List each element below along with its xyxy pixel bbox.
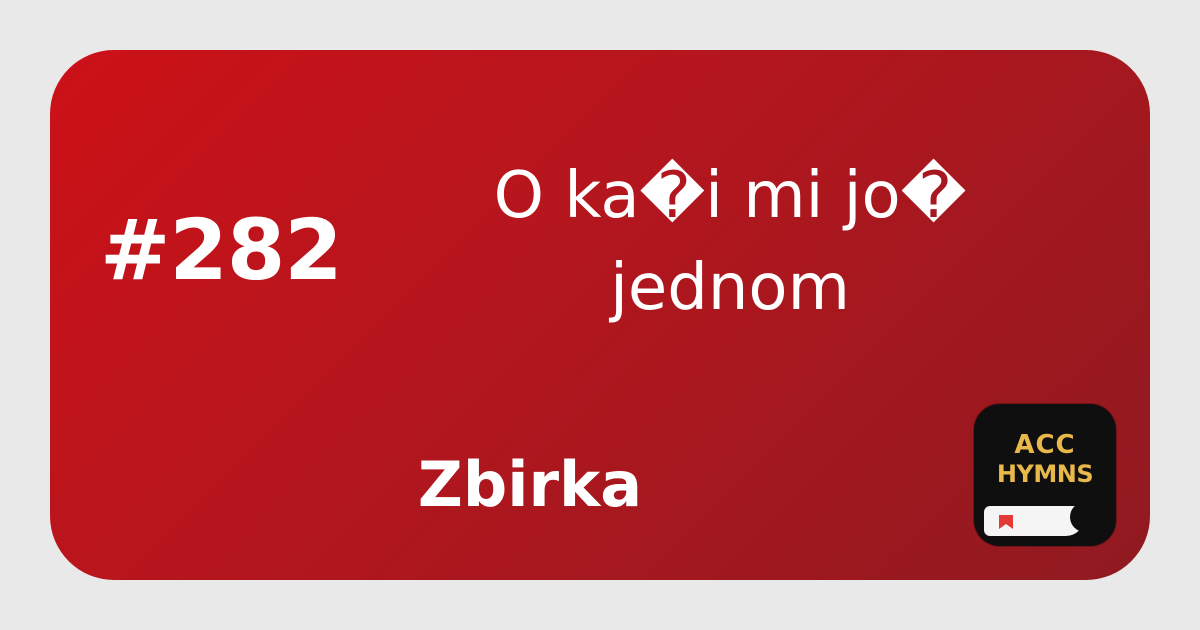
hymn-number: #282 xyxy=(100,201,343,299)
hymn-title: O ka�i mi jo� jednom xyxy=(420,150,1040,334)
hymn-title-line-1: O ka�i mi jo� xyxy=(493,159,967,233)
hymn-title-line-2: jednom xyxy=(610,251,850,325)
bookmark-icon xyxy=(999,515,1013,529)
hymn-collection-name: Zbirka xyxy=(417,448,643,521)
acc-hymns-app-logo: ACC HYMNS xyxy=(974,404,1116,546)
app-logo-line-1: ACC xyxy=(1014,430,1076,460)
app-logo-line-2: HYMNS xyxy=(996,460,1094,488)
share-card-frame: #282 O ka�i mi jo� jednom Zbirka ACC HYM… xyxy=(0,0,1200,630)
book-corner-curl xyxy=(1070,502,1100,532)
